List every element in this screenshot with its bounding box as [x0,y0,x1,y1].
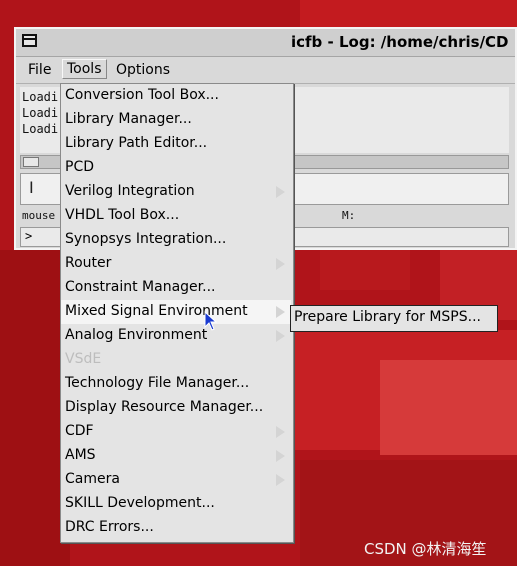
mouse-label: mouse [22,209,56,222]
menu-item-library-path-editor[interactable]: Library Path Editor... [61,132,291,156]
menu-tools[interactable]: Tools [62,59,107,79]
menu-item-label: CDF [65,423,94,439]
menu-item-label: Verilog Integration [65,183,195,199]
text-cursor-icon: I [29,178,34,197]
submenu-arrow-icon [276,306,285,318]
menu-item-label: Router [65,255,112,271]
menu-item-vsde: VSdE [61,348,291,372]
window-menu-icon[interactable] [22,34,37,47]
submenu-arrow-icon [276,474,285,486]
submenu-item-prepare-library[interactable]: Prepare Library for MSPS... [294,309,481,325]
submenu-arrow-icon [276,330,285,342]
menu-item-vhdl-tool-box[interactable]: VHDL Tool Box... [61,204,291,228]
desktop-block [380,360,517,455]
menu-item-label: Display Resource Manager... [65,399,264,415]
window-title: icfb - Log: /home/chris/CD [291,33,509,51]
menu-item-camera[interactable]: Camera [61,468,291,492]
watermark: CSDN @林清海笙 [364,540,487,558]
menu-item-skill-development[interactable]: SKILL Development... [61,492,291,516]
menu-item-label: SKILL Development... [65,495,215,511]
submenu-arrow-icon [276,450,285,462]
menu-item-label: AMS [65,447,96,463]
title-bar[interactable]: icfb - Log: /home/chris/CD [16,29,515,57]
menu-item-verilog-integration[interactable]: Verilog Integration [61,180,291,204]
menu-bar: File Tools Options [16,57,515,84]
menu-item-label: Conversion Tool Box... [65,87,219,103]
m-label: M: [342,209,356,222]
menu-options[interactable]: Options [112,61,174,79]
menu-item-technology-file-manager[interactable]: Technology File Manager... [61,372,291,396]
menu-item-label: PCD [65,159,94,175]
submenu-arrow-icon [276,186,285,198]
menu-item-label: Mixed Signal Environment [65,303,248,319]
menu-item-label: Library Path Editor... [65,135,208,151]
menu-item-label: Constraint Manager... [65,279,216,295]
menu-item-label: VSdE [65,351,102,367]
tools-dropdown-menu: Conversion Tool Box... Library Manager...… [60,83,294,543]
menu-item-label: VHDL Tool Box... [65,207,180,223]
menu-item-conversion-tool-box[interactable]: Conversion Tool Box... [61,84,291,108]
menu-item-synopsys-integration[interactable]: Synopsys Integration... [61,228,291,252]
menu-item-constraint-manager[interactable]: Constraint Manager... [61,276,291,300]
menu-item-analog-environment[interactable]: Analog Environment [61,324,291,348]
menu-item-label: DRC Errors... [65,519,154,535]
scrollbar-thumb[interactable] [23,157,39,167]
menu-item-drc-errors[interactable]: DRC Errors... [61,516,291,540]
menu-item-label: Library Manager... [65,111,192,127]
menu-item-label: Analog Environment [65,327,208,343]
menu-item-library-manager[interactable]: Library Manager... [61,108,291,132]
menu-item-pcd[interactable]: PCD [61,156,291,180]
mixed-signal-submenu: Prepare Library for MSPS... [290,305,498,332]
menu-file[interactable]: File [24,61,55,79]
menu-item-router[interactable]: Router [61,252,291,276]
menu-item-label: Synopsys Integration... [65,231,227,247]
mouse-pointer-icon [204,311,218,331]
prompt-symbol: > [25,229,33,243]
menu-item-mixed-signal-environment[interactable]: Mixed Signal Environment [61,300,291,324]
menu-item-cdf[interactable]: CDF [61,420,291,444]
submenu-arrow-icon [276,426,285,438]
menu-item-label: Camera [65,471,120,487]
menu-item-display-resource-manager[interactable]: Display Resource Manager... [61,396,291,420]
menu-item-ams[interactable]: AMS [61,444,291,468]
menu-item-label: Technology File Manager... [65,375,250,391]
submenu-arrow-icon [276,258,285,270]
